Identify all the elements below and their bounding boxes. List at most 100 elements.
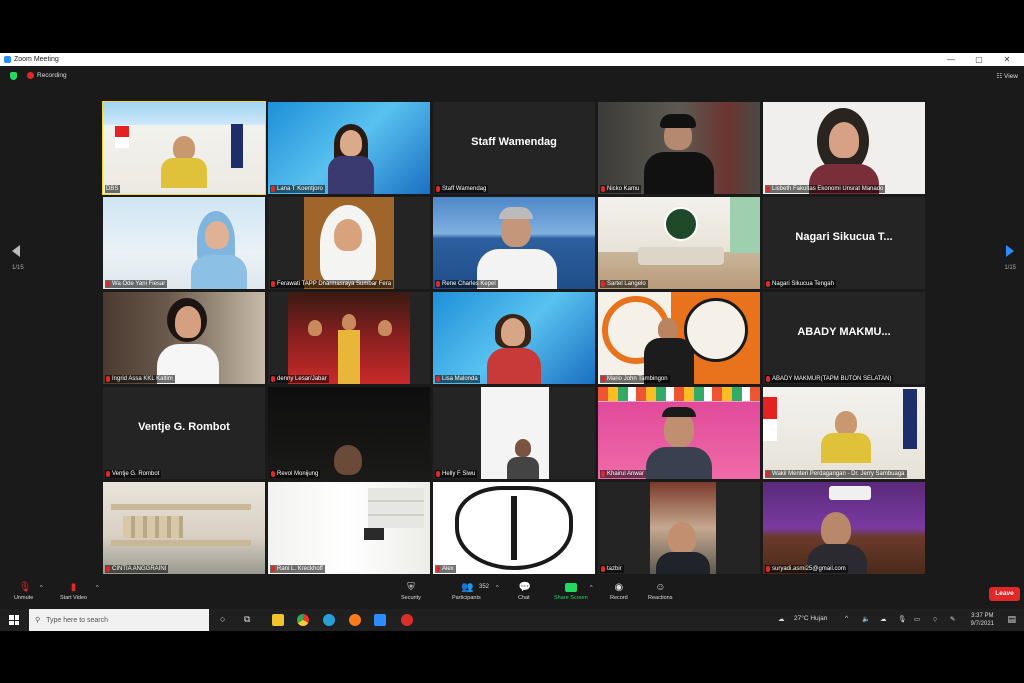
participant-tile[interactable]: Lana T Koentjoro	[268, 102, 430, 194]
zoom-app-icon[interactable]	[374, 614, 386, 626]
participant-tile[interactable]: DBS	[102, 101, 266, 195]
participant-tile[interactable]: tazbir	[598, 482, 760, 574]
participant-name: Khairul Anwar	[607, 471, 645, 477]
file-explorer-icon[interactable]	[272, 614, 284, 626]
mic-muted-icon	[766, 471, 770, 477]
clock-time: 3:37 PM	[971, 613, 994, 619]
mic-muted-icon	[436, 471, 440, 477]
mic-muted-icon	[436, 281, 440, 287]
participant-tile[interactable]: Ventje G. Rombot Ventje G. Rombot	[103, 387, 265, 479]
participant-tile[interactable]: Rani L. Kreckhoff	[268, 482, 430, 574]
speaker-icon[interactable]: 🔈	[862, 615, 870, 623]
pdf-app-icon[interactable]	[401, 614, 413, 626]
caret-up-icon: ^	[40, 585, 43, 591]
participants-button[interactable]: 👥 352 Participants	[452, 582, 489, 602]
battery-icon[interactable]: ▭	[914, 615, 920, 623]
people-icon: 👥	[461, 582, 474, 593]
flag-image	[231, 124, 243, 168]
reactions-button[interactable]: ☺ Reactions	[648, 583, 672, 602]
share-screen-button[interactable]: Share Screen	[554, 583, 588, 601]
video-options-caret[interactable]: ^	[96, 585, 99, 591]
taskbar-clock[interactable]: 3:37 PM 9/7/2021	[971, 612, 994, 628]
participant-tile[interactable]: Alex	[433, 482, 595, 574]
close-button[interactable]: ✕	[996, 53, 1018, 66]
view-button[interactable]: ☷ View	[996, 72, 1018, 80]
cortana-circle-icon[interactable]: ○	[220, 614, 225, 624]
participants-options-caret[interactable]: ^	[496, 585, 499, 591]
mic-muted-icon	[106, 566, 110, 572]
security-button[interactable]: ⛨ Security	[401, 583, 421, 602]
unmute-button[interactable]: 🎙 Unmute	[14, 583, 33, 602]
participant-tile[interactable]: Nicko Kamu	[598, 102, 760, 194]
network-icon[interactable]: ⌔	[932, 615, 938, 624]
participant-tile[interactable]: Khairul Anwar	[598, 387, 760, 479]
chat-button[interactable]: 💬 Chat	[518, 583, 531, 602]
telegram-icon[interactable]	[323, 614, 335, 626]
record-label: Record	[610, 595, 628, 601]
task-view-icon[interactable]: ⧉	[244, 614, 250, 625]
tray-overflow-icon[interactable]: ^	[845, 615, 848, 622]
audio-options-caret[interactable]: ^	[40, 585, 43, 591]
event-logo-image	[829, 486, 871, 500]
participant-tile[interactable]: Wakil Menteri Perdagangan - Dr. Jerry Sa…	[763, 387, 925, 479]
participant-display-name: Ventje G. Rombot	[138, 421, 230, 433]
record-dot-icon	[27, 72, 34, 79]
participant-tile[interactable]: Ingrid Assa KKL Kaltim	[103, 292, 265, 384]
participant-tile[interactable]: Helly F Siwu	[433, 387, 595, 479]
pen-icon[interactable]: ✎	[950, 615, 955, 623]
participant-tile[interactable]: suryadi.asmi25@gmail.com	[763, 482, 925, 574]
participant-tile[interactable]: Staff Wamendag Staff Wamendag	[433, 102, 595, 194]
participant-tile[interactable]: Revol Monijung	[268, 387, 430, 479]
participant-tile[interactable]: Nagari Sikucua T... Nagari Sikucua Tenga…	[763, 197, 925, 289]
participant-tile[interactable]: CINTIA ANGGRAINI	[103, 482, 265, 574]
flag-image	[903, 389, 917, 449]
share-options-caret[interactable]: ^	[590, 585, 593, 591]
participant-name: Helly F Siwu	[442, 471, 476, 477]
shield-icon[interactable]	[10, 72, 17, 80]
mic-muted-icon	[271, 186, 275, 192]
security-label: Security	[401, 595, 421, 601]
taskbar-search-box[interactable]: ⚲ Type here to search	[29, 609, 209, 631]
participant-name: denny Lesar/Jabar	[277, 376, 327, 382]
leave-button[interactable]: Leave	[989, 587, 1020, 601]
participant-tile[interactable]: Rene Charles Kepel	[433, 197, 595, 289]
page-indicator-right: 1/15	[1004, 265, 1016, 271]
previous-page-arrow-icon[interactable]	[12, 245, 20, 257]
participant-tile[interactable]: Wa Ode Yani Fiesar	[103, 197, 265, 289]
chrome-icon[interactable]	[297, 614, 309, 626]
participant-name: Lisa Malonda	[442, 376, 478, 382]
participant-name: Lana T Koentjoro	[277, 186, 323, 192]
participant-name: Wa Ode Yani Fiesar	[112, 281, 166, 287]
firefox-icon[interactable]	[349, 614, 361, 626]
participant-tile[interactable]: Mario John Tambingon	[598, 292, 760, 384]
recording-indicator[interactable]: Recording	[27, 72, 67, 79]
share-screen-icon	[564, 583, 577, 592]
participants-label: Participants	[452, 595, 481, 601]
participant-name: Rene Charles Kepel	[442, 281, 496, 287]
weather-cloud-icon[interactable]: ☁	[778, 615, 785, 623]
participant-tile[interactable]: Sartel Langelo	[598, 197, 760, 289]
participant-tile[interactable]: ABADY MAKMU... ABADY MAKMUR(TAPM BUTON S…	[763, 292, 925, 384]
next-page-arrow-icon[interactable]	[1006, 245, 1014, 257]
participant-tile[interactable]: Ferawati TAPP Dharmasraya Sumbar Fera	[268, 197, 430, 289]
page-indicator-left: 1/15	[12, 265, 24, 271]
minimize-button[interactable]: —	[940, 53, 962, 66]
participant-tile[interactable]: Lisa Malonda	[433, 292, 595, 384]
record-button[interactable]: ◉ Record	[610, 583, 628, 602]
participant-tile[interactable]: denny Lesar/Jabar	[268, 292, 430, 384]
onedrive-cloud-icon[interactable]: ☁	[880, 615, 887, 623]
maximize-button[interactable]: ▢	[968, 53, 990, 66]
weather-readout[interactable]: 27°C Hujan	[794, 615, 827, 622]
recording-label: Recording	[37, 72, 67, 79]
mic-muted-icon	[271, 376, 275, 382]
mic-muted-icon	[106, 471, 110, 477]
participant-tile[interactable]: Lisbeth Fakultas Ekonomi Unsrat Manado	[763, 102, 925, 194]
microphone-icon[interactable]: 🎙	[898, 615, 906, 623]
windows-start-icon[interactable]	[9, 615, 19, 625]
mic-muted-icon	[766, 186, 770, 192]
notification-icon[interactable]: ▤	[1007, 614, 1016, 625]
participant-name: Ventje G. Rombot	[112, 471, 160, 477]
mic-muted-icon	[601, 376, 605, 382]
start-video-button[interactable]: ▮ Start Video	[60, 583, 87, 602]
mic-muted-icon	[766, 281, 770, 287]
